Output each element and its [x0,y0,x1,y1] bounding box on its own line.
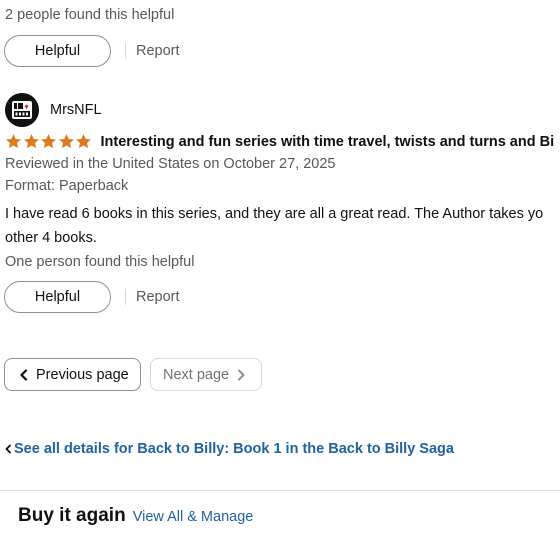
review-report-link[interactable]: Report [136,289,180,305]
action-separator [125,43,126,59]
previous-review-report-link[interactable]: Report [136,43,180,59]
previous-page-button[interactable]: Previous page [4,358,141,391]
star-icon [76,134,91,149]
star-rating[interactable] [5,133,93,150]
review-format: Format: Paperback [5,178,129,194]
pagination: Previous page Next page [4,358,262,391]
chevron-right-icon [238,369,245,380]
author-name[interactable]: MrsNFL [50,102,102,118]
action-separator [125,289,126,305]
star-icon [6,134,21,149]
section-divider [0,490,560,491]
buy-again-header: Buy it again View All & Manage [18,505,253,527]
review-title[interactable]: Interesting and fun series with time tra… [101,134,555,150]
reviews-page: 2 people found this helpful Helpful Repo… [0,0,560,560]
review-helpful-button[interactable]: Helpful [4,281,111,313]
review-date: Reviewed in the United States on October… [5,156,336,172]
review-body-line: I have read 6 books in this series, and … [5,206,544,222]
previous-page-label: Previous page [36,366,129,383]
view-all-manage-link[interactable]: View All & Manage [133,509,254,525]
star-icon [23,134,39,149]
review-rating-row: Interesting and fun series with time tra… [5,133,554,150]
previous-review-helpful-count: 2 people found this helpful [5,7,175,23]
review-author[interactable]: MrsNFL [5,93,102,127]
buy-again-title: Buy it again [18,505,126,526]
previous-review-actions: Helpful Report [4,35,180,67]
see-all-details-link[interactable]: See all details for Back to Billy: Book … [4,441,454,457]
chevron-left-icon [5,444,11,454]
star-icon [58,134,74,149]
review-actions: Helpful Report [4,281,180,313]
review-body-line: other 4 books. [5,230,97,246]
chevron-left-icon [20,368,28,381]
next-page-button[interactable]: Next page [150,358,262,391]
star-icon [41,134,56,149]
see-all-details-label: See all details for Back to Billy: Book … [14,441,454,457]
review-body: I have read 6 books in this series, and … [5,202,560,250]
next-page-label: Next page [163,366,230,383]
avatar [5,93,39,127]
review-helpful-count: One person found this helpful [5,254,195,270]
avatar-logo-icon [5,93,39,127]
previous-review-helpful-button[interactable]: Helpful [4,35,111,67]
